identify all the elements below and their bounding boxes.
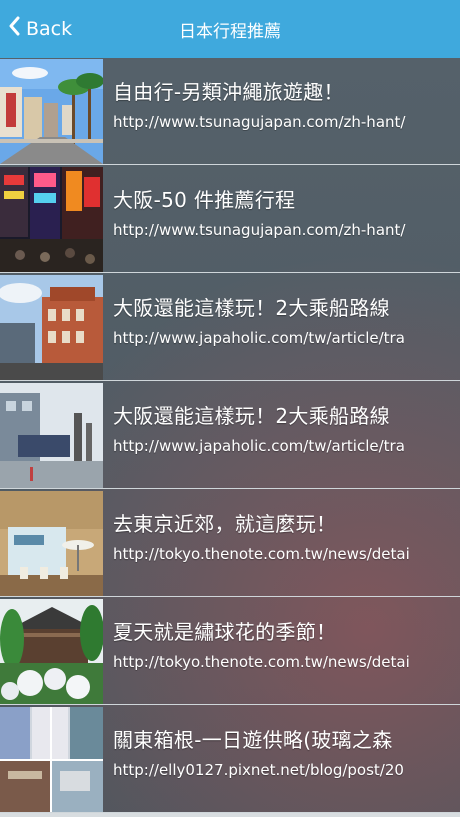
thumbnail-image	[0, 167, 103, 272]
thumbnail-image	[0, 383, 103, 488]
thumbnail-image	[0, 275, 103, 380]
bottom-divider	[0, 813, 460, 817]
top-bar: Back 日本行程推薦	[0, 0, 460, 58]
item-title: 夏天就是繡球花的季節！	[113, 620, 337, 644]
thumbnail-image	[0, 59, 103, 164]
list-item[interactable]: 大阪-50 件推薦行程 http://www.tsunagujapan.com/…	[0, 166, 460, 273]
item-url: http://tokyo.thenote.com.tw/news/detai	[113, 545, 410, 563]
list-item[interactable]: 自由行-另類沖繩旅遊趣！ http://www.tsunagujapan.com…	[0, 58, 460, 165]
list-item[interactable]: 夏天就是繡球花的季節！ http://tokyo.thenote.com.tw/…	[0, 598, 460, 705]
item-url: http://www.japaholic.com/tw/article/tra	[113, 329, 405, 347]
item-title: 自由行-另類沖繩旅遊趣！	[113, 80, 344, 104]
item-url: http://www.tsunagujapan.com/zh-hant/	[113, 113, 406, 131]
item-title: 大阪-50 件推薦行程	[113, 188, 296, 212]
item-title: 大阪還能這樣玩！2大乘船路線	[113, 296, 390, 320]
item-url: http://elly0127.pixnet.net/blog/post/20	[113, 761, 404, 779]
list-item[interactable]: 大阪還能這樣玩！2大乘船路線 http://www.japaholic.com/…	[0, 382, 460, 489]
thumbnail-image	[0, 491, 103, 596]
list-item[interactable]: 關東箱根-一日遊供略(玻璃之森 http://elly0127.pixnet.n…	[0, 706, 460, 813]
list-item[interactable]: 大阪還能這樣玩！2大乘船路線 http://www.japaholic.com/…	[0, 274, 460, 381]
item-title: 大阪還能這樣玩！2大乘船路線	[113, 404, 390, 428]
item-url: http://tokyo.thenote.com.tw/news/detai	[113, 653, 410, 671]
thumbnail-image	[0, 599, 103, 704]
item-url: http://www.japaholic.com/tw/article/tra	[113, 437, 405, 455]
itinerary-list: 自由行-另類沖繩旅遊趣！ http://www.tsunagujapan.com…	[0, 58, 460, 817]
item-url: http://www.tsunagujapan.com/zh-hant/	[113, 221, 406, 239]
thumbnail-image	[0, 707, 103, 812]
list-item[interactable]: 去東京近郊，就這麼玩！ http://tokyo.thenote.com.tw/…	[0, 490, 460, 597]
item-title: 關東箱根-一日遊供略(玻璃之森	[113, 728, 393, 752]
page-title: 日本行程推薦	[179, 21, 281, 42]
item-title: 去東京近郊，就這麼玩！	[113, 512, 337, 536]
